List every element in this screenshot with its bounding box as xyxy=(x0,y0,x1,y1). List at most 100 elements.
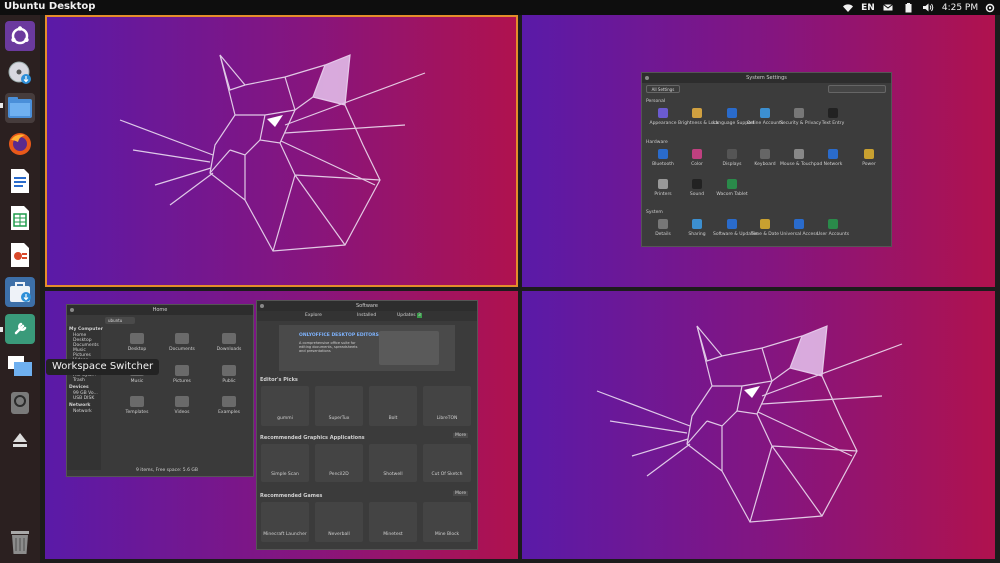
trash-icon[interactable] xyxy=(5,527,35,557)
tab-bar: Explore Installed Updates 3 xyxy=(257,311,477,321)
system-settings-icon[interactable] xyxy=(5,314,35,344)
more-button[interactable]: More xyxy=(453,491,469,496)
security-privacy-icon[interactable] xyxy=(794,108,804,118)
network-icon[interactable] xyxy=(828,149,838,159)
close-icon[interactable] xyxy=(70,308,74,312)
time-date-label: Time & Date xyxy=(750,232,780,237)
folder-icon[interactable] xyxy=(222,365,236,376)
app-card[interactable]: Mine Block xyxy=(423,502,471,542)
folder-label: Public xyxy=(222,379,236,384)
wacom-tablet-icon[interactable] xyxy=(727,179,737,189)
keyboard-icon[interactable] xyxy=(760,149,770,159)
sidebar-item-network[interactable]: Network xyxy=(73,409,92,414)
mail-icon[interactable] xyxy=(882,1,894,14)
universal-access-icon[interactable] xyxy=(794,219,804,229)
workspace-1[interactable] xyxy=(45,15,518,287)
app-card[interactable]: LibreTON xyxy=(423,386,471,426)
firefox-icon[interactable] xyxy=(5,129,35,159)
close-icon[interactable] xyxy=(645,76,649,80)
sidebar-heading-computer: My Computer xyxy=(69,327,103,332)
folder-icon[interactable] xyxy=(175,365,189,376)
system-settings-window[interactable]: System Settings All Settings Personal Ha… xyxy=(641,72,892,247)
folder-icon[interactable] xyxy=(130,396,144,407)
text-entry-label: Text Entry xyxy=(821,121,845,126)
workspace-switcher-icon[interactable] xyxy=(5,351,35,381)
color-icon[interactable] xyxy=(692,149,702,159)
tab-installed[interactable]: Installed xyxy=(357,313,376,318)
power-gear-icon[interactable] xyxy=(984,1,996,14)
workspace-3[interactable]: Home ubuntu My Computer Home Desktop Doc… xyxy=(45,291,518,559)
text-entry-icon[interactable] xyxy=(828,108,838,118)
app-card[interactable]: Bolt xyxy=(369,386,417,426)
app-card[interactable]: SuperTux xyxy=(315,386,363,426)
time-date-icon[interactable] xyxy=(760,219,770,229)
battery-icon[interactable] xyxy=(903,1,913,14)
files-icon[interactable] xyxy=(5,93,35,123)
software-window[interactable]: Software Explore Installed Updates 3 ONL… xyxy=(256,300,478,550)
network-label: Network xyxy=(823,162,843,167)
brightness-lock-icon[interactable] xyxy=(692,108,702,118)
sidebar-item-usb[interactable]: USB DISK xyxy=(73,396,94,401)
volume-icon[interactable] xyxy=(922,1,934,14)
search-input[interactable] xyxy=(828,85,886,93)
workspace-2[interactable]: System Settings All Settings Personal Ha… xyxy=(522,15,995,287)
close-icon[interactable] xyxy=(260,304,264,308)
details-icon[interactable] xyxy=(658,219,668,229)
desktop-screen: Ubuntu Desktop EN 4:25 PM System Setting… xyxy=(0,0,1000,563)
libreoffice-impress-icon[interactable] xyxy=(5,240,35,270)
power-icon[interactable] xyxy=(864,149,874,159)
app-card[interactable]: Cut Of Sketch xyxy=(423,444,471,482)
user-accounts-icon[interactable] xyxy=(828,219,838,229)
sharing-icon[interactable] xyxy=(692,219,702,229)
clock[interactable]: 4:25 PM xyxy=(941,1,979,14)
all-settings-button[interactable]: All Settings xyxy=(646,85,680,93)
software-center-icon[interactable] xyxy=(5,277,35,307)
mouse-touchpad-icon[interactable] xyxy=(794,149,804,159)
section-graphics: Recommended Graphics Applications xyxy=(260,435,365,441)
ubuntu-logo-icon[interactable] xyxy=(5,21,35,51)
libreoffice-calc-icon[interactable] xyxy=(5,203,35,233)
app-card[interactable]: Minetest xyxy=(369,502,417,542)
libreoffice-writer-icon[interactable] xyxy=(5,166,35,196)
app-card[interactable]: Neverball xyxy=(315,502,363,542)
tab-explore[interactable]: Explore xyxy=(305,313,322,318)
folder-icon[interactable] xyxy=(222,396,236,407)
online-accounts-icon[interactable] xyxy=(760,108,770,118)
app-card[interactable]: gummi xyxy=(261,386,309,426)
folder-label: Music xyxy=(130,379,144,384)
app-card[interactable]: Pencil2D xyxy=(315,444,363,482)
app-card[interactable]: Minecraft Launcher xyxy=(261,502,309,542)
path-bar[interactable]: ubuntu xyxy=(105,317,135,324)
folder-icon[interactable] xyxy=(130,333,144,344)
displays-icon[interactable] xyxy=(727,149,737,159)
app-card[interactable]: Simple Scan xyxy=(261,444,309,482)
bluetooth-icon[interactable] xyxy=(658,149,668,159)
folder-icon[interactable] xyxy=(175,396,189,407)
sidebar-item-trash[interactable]: Trash xyxy=(73,378,85,383)
language-support-icon[interactable] xyxy=(727,108,737,118)
app-card[interactable]: Shotwell xyxy=(369,444,417,482)
folder-icon[interactable] xyxy=(222,333,236,344)
eject-icon[interactable] xyxy=(5,425,35,455)
appearance-icon[interactable] xyxy=(658,108,668,118)
app-name: Mine Block xyxy=(434,532,460,537)
more-button[interactable]: More xyxy=(453,433,469,438)
sound-icon[interactable] xyxy=(692,179,702,189)
app-name: Bolt xyxy=(388,416,398,421)
dvd-drive-icon[interactable] xyxy=(5,58,35,88)
printers-icon[interactable] xyxy=(658,179,668,189)
workspace-4[interactable] xyxy=(522,291,995,559)
files-window[interactable]: Home ubuntu My Computer Home Desktop Doc… xyxy=(66,304,254,477)
folder-label: Examples xyxy=(218,410,240,415)
tab-updates[interactable]: Updates xyxy=(397,313,416,318)
files-sidebar: My Computer Home Desktop Documents Music… xyxy=(67,326,103,470)
window-titlebar: Software xyxy=(257,301,477,311)
featured-banner[interactable]: ONLYOFFICE DESKTOP EDITORS A comprehensi… xyxy=(279,325,455,371)
folder-label: Downloads xyxy=(216,347,242,352)
wacom-tablet-label: Wacom Tablet xyxy=(716,192,748,197)
disk-icon[interactable] xyxy=(5,388,35,418)
keyboard-layout-indicator[interactable]: EN xyxy=(861,1,875,14)
software-updates-icon[interactable] xyxy=(727,219,737,229)
wifi-icon[interactable] xyxy=(842,1,854,14)
folder-icon[interactable] xyxy=(175,333,189,344)
